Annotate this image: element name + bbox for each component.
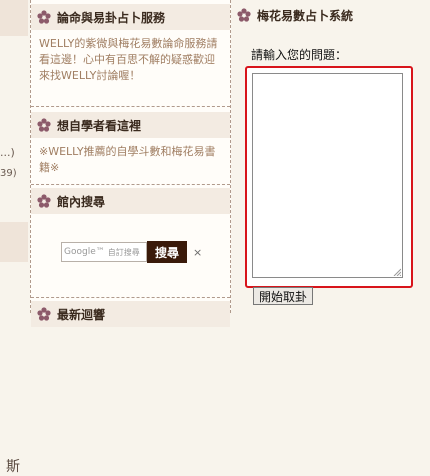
divination-panel: 梅花易數占卜系統 請輸入您的問題： 開始取卦 bbox=[231, 0, 430, 313]
start-divination-button[interactable]: 開始取卦 bbox=[253, 287, 314, 305]
plum-blossom-icon bbox=[237, 8, 251, 22]
left-tab-char: 斯 bbox=[6, 459, 20, 475]
site-search-box-title: 館內搜尋 bbox=[57, 194, 106, 209]
left-text-ellipsis: ...) bbox=[0, 146, 15, 159]
left-tab-top bbox=[0, 0, 28, 36]
plum-blossom-icon bbox=[37, 307, 51, 321]
left-tab-bottom[interactable]: 斯 bbox=[0, 222, 28, 475]
service-box-header: 論命與易卦占卜服務 bbox=[31, 4, 230, 30]
recent-comments-box-header: 最新迴響 bbox=[31, 301, 230, 327]
self-study-link[interactable]: ※WELLY推薦的自學斗數和梅花易書籍※ bbox=[31, 138, 230, 180]
plum-blossom-icon bbox=[37, 118, 51, 132]
middle-column: 論命與易卦占卜服務 WELLY的紫微與梅花易數論命服務請看這邊！心中有百思不解的… bbox=[30, 0, 231, 327]
resize-grip-icon[interactable] bbox=[393, 268, 401, 276]
google-logo-text: Google™ bbox=[64, 247, 105, 257]
question-highlight-frame bbox=[245, 66, 413, 288]
section-divider bbox=[31, 184, 230, 185]
service-box-title: 論命與易卦占卜服務 bbox=[57, 10, 166, 25]
plum-blossom-icon bbox=[37, 194, 51, 208]
service-box-text[interactable]: WELLY的紫微與梅花易數論命服務請看這邊！心中有百思不解的疑惑歡迎來找WELL… bbox=[31, 30, 230, 88]
search-input[interactable]: Google™ 自訂搜尋 bbox=[61, 242, 147, 262]
self-study-box-header: 想自學者看這裡 bbox=[31, 112, 230, 138]
divination-panel-header: 梅花易數占卜系統 bbox=[231, 0, 430, 30]
section-divider bbox=[31, 106, 230, 107]
site-search-box-header: 館內搜尋 bbox=[31, 188, 230, 214]
section-divider bbox=[31, 297, 230, 298]
service-box: 論命與易卦占卜服務 WELLY的紫微與梅花易數論命服務請看這邊！心中有百思不解的… bbox=[31, 4, 230, 88]
question-prompt-label: 請輸入您的問題： bbox=[251, 48, 348, 62]
divination-panel-title: 梅花易數占卜系統 bbox=[257, 8, 354, 23]
plum-blossom-icon bbox=[37, 10, 51, 24]
search-placeholder: 自訂搜尋 bbox=[107, 247, 140, 257]
question-textarea[interactable] bbox=[252, 73, 403, 278]
search-row: Google™ 自訂搜尋 搜尋 × bbox=[61, 241, 202, 263]
clear-search-icon[interactable]: × bbox=[193, 246, 202, 259]
self-study-box: 想自學者看這裡 ※WELLY推薦的自學斗數和梅花易書籍※ bbox=[31, 112, 230, 180]
left-column-fragment: ...) 39) 斯 bbox=[0, 0, 28, 475]
recent-comments-box: 最新迴響 bbox=[31, 301, 230, 327]
site-search-box: 館內搜尋 bbox=[31, 188, 230, 214]
self-study-box-title: 想自學者看這裡 bbox=[57, 118, 142, 133]
left-text-count: 39) bbox=[0, 168, 17, 179]
search-button[interactable]: 搜尋 bbox=[147, 241, 188, 263]
recent-comments-box-title: 最新迴響 bbox=[57, 307, 106, 322]
